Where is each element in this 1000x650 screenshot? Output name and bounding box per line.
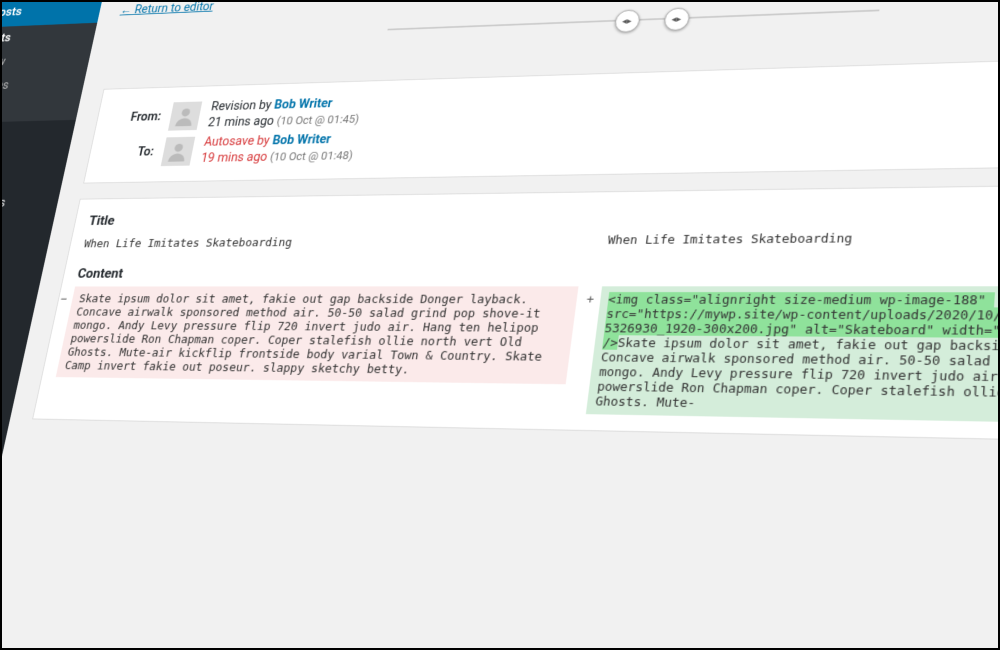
to-label: To: <box>102 145 155 160</box>
diff-title-right: When Life Imitates Skateboarding <box>607 228 1000 247</box>
diff-panel: Title When Life Imitates Skateboarding W… <box>32 182 1000 444</box>
diff-content-right: <img class="alignright size-medium wp-im… <box>586 286 1000 425</box>
from-label: From: <box>110 110 162 125</box>
from-author: Bob Writer <box>273 97 333 112</box>
menu-comments[interactable]: 💬Comments <box>0 185 62 220</box>
slider-handle-to[interactable]: ◂▸ <box>663 7 691 31</box>
avatar <box>161 136 196 165</box>
diff-content-left: Skate ipsum dolor sit amet, fakie out ga… <box>56 286 579 384</box>
revision-slider[interactable]: ◂▸ ◂▸ <box>387 9 879 30</box>
menu-pages[interactable]: 📄Pages <box>0 152 69 187</box>
menu-appearance[interactable]: 🖌Appearance <box>0 228 52 262</box>
menu-media[interactable]: 🖼Media <box>0 120 76 155</box>
diff-title-left: When Life Imitates Skateboarding <box>83 233 586 250</box>
diff-title-heading: Title <box>88 199 1000 228</box>
revision-meta: From: Revision by Bob Writer 21 mins ago… <box>83 54 1000 183</box>
to-author: Bob Writer <box>271 132 332 147</box>
main-content: Help ▾ Compare Revisions of "When Life I… <box>0 0 1000 650</box>
slider-handle-from[interactable]: ◂▸ <box>613 9 640 32</box>
return-to-editor-link[interactable]: ← Return to editor <box>119 0 215 17</box>
avatar <box>168 101 202 130</box>
